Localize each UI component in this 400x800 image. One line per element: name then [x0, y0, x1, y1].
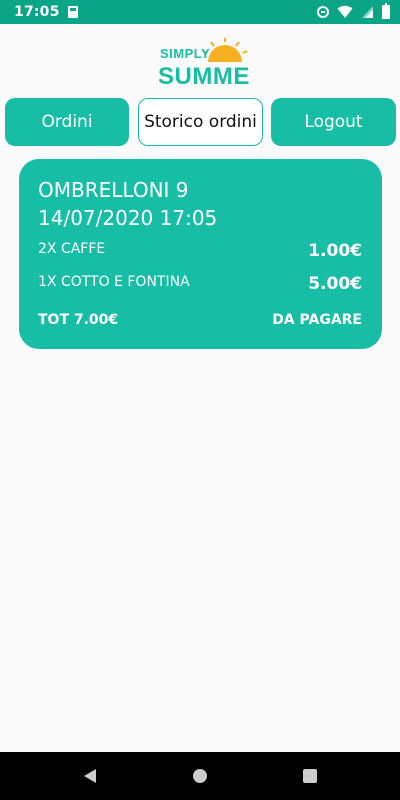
tab-logout-label: Logout: [304, 112, 363, 132]
status-bar: 17:05: [0, 0, 400, 24]
wifi-icon: [337, 5, 353, 18]
system-nav-bar: [0, 752, 400, 800]
do-not-disturb-icon: [317, 6, 329, 18]
order-item-description: 1X COTTO E FONTINA: [38, 274, 190, 290]
recents-icon[interactable]: [302, 768, 318, 784]
order-location: OMBRELLONI 9: [38, 178, 189, 202]
tab-bar: Ordini Storico ordini Logout: [5, 98, 396, 148]
order-card[interactable]: OMBRELLONI 9 14/07/2020 17:05 2X CAFFE 1…: [19, 159, 382, 349]
tab-ordini[interactable]: Ordini: [5, 98, 129, 146]
sd-card-icon: [67, 6, 78, 18]
app-logo: SIMPLY SUMMER: [150, 38, 250, 90]
order-total: TOT 7.00€: [38, 312, 119, 328]
status-time: 17:05: [14, 4, 60, 20]
logo-line1: SIMPLY: [160, 46, 210, 61]
tab-storico-ordini-label: Storico ordini: [144, 112, 257, 132]
signal-icon: [362, 6, 373, 18]
order-item-description: 2X CAFFE: [38, 241, 106, 257]
order-item-price: 1.00€: [308, 241, 362, 261]
tab-logout[interactable]: Logout: [271, 98, 396, 146]
tab-ordini-label: Ordini: [41, 112, 93, 132]
tab-storico-ordini[interactable]: Storico ordini: [138, 98, 263, 146]
back-icon[interactable]: [82, 768, 98, 784]
payment-status: DA PAGARE: [272, 312, 362, 328]
order-item-price: 5.00€: [308, 274, 362, 294]
logo-line2: SUMMER: [158, 63, 250, 90]
order-datetime: 14/07/2020 17:05: [38, 206, 218, 230]
battery-icon: [382, 3, 390, 19]
home-icon[interactable]: [192, 768, 208, 784]
